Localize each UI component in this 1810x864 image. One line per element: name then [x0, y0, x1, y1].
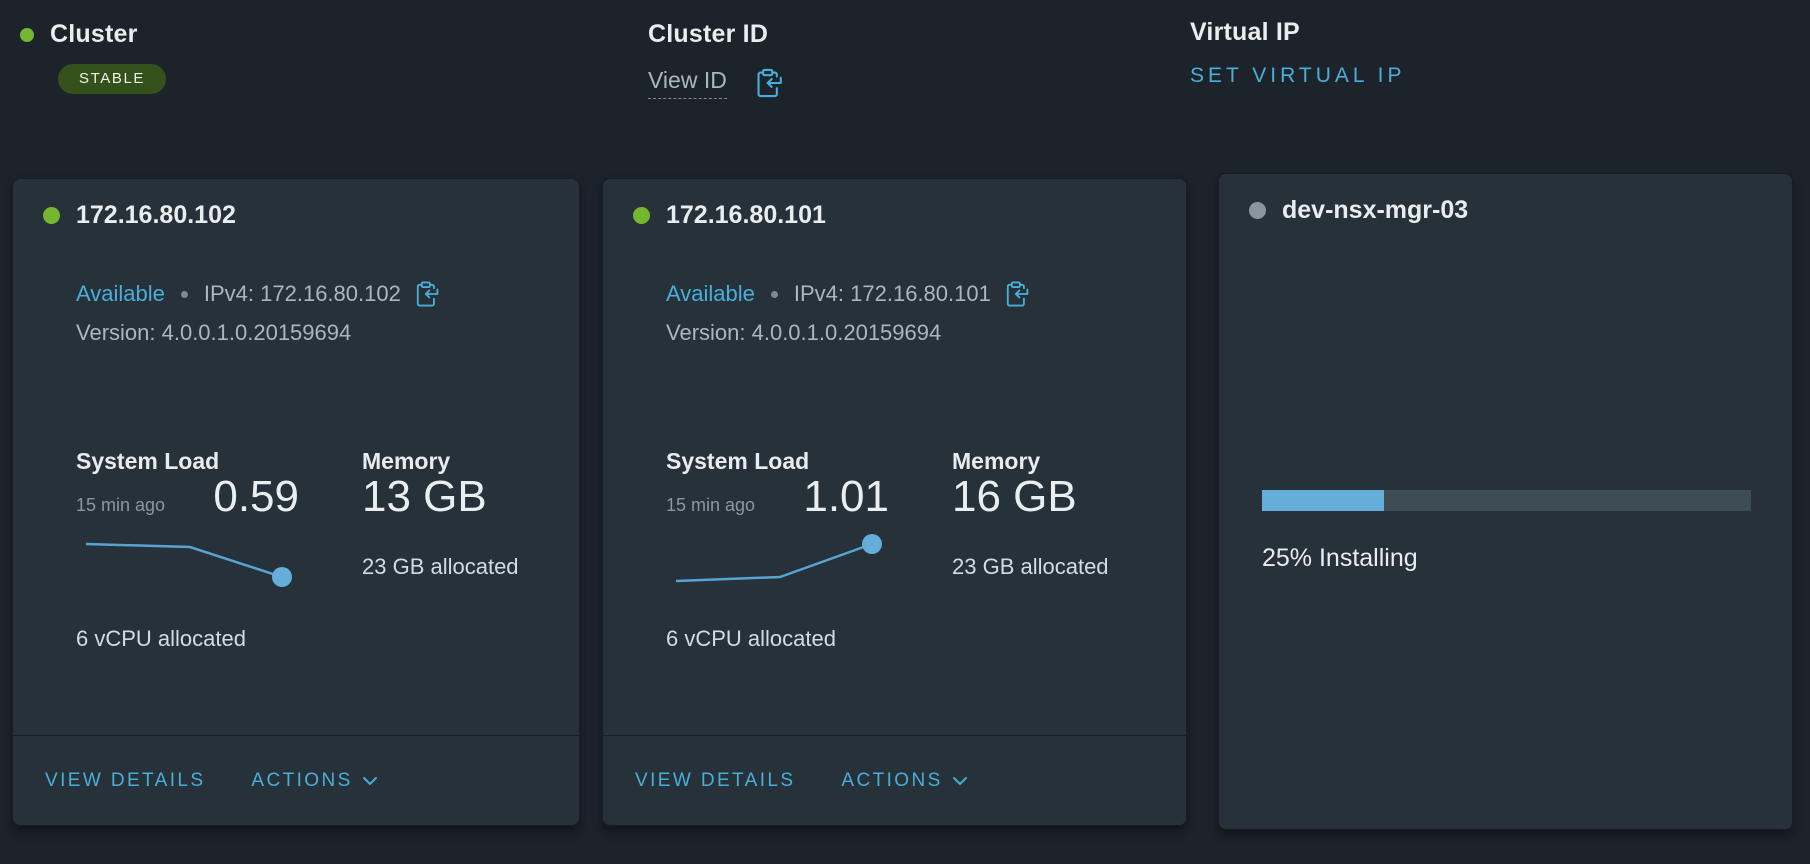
- memory-allocated: 23 GB allocated: [362, 554, 519, 580]
- system-load-sparkline: [78, 531, 298, 591]
- copy-cluster-id-icon[interactable]: [753, 66, 785, 100]
- system-load-label: System Load: [76, 448, 219, 475]
- install-progress-bar: [1262, 490, 1751, 511]
- appliance-version: Version: 4.0.0.1.0.20159694: [666, 320, 941, 346]
- view-id-link[interactable]: View ID: [648, 67, 727, 99]
- actions-dropdown-button[interactable]: ACTIONS: [251, 770, 377, 792]
- view-details-button[interactable]: VIEW DETAILS: [635, 770, 795, 792]
- status-badge: Available: [76, 281, 165, 307]
- view-details-label: VIEW DETAILS: [635, 770, 795, 792]
- memory-label: Memory: [362, 448, 450, 475]
- cluster-id-label: Cluster ID: [648, 20, 785, 49]
- appliance-title: 172.16.80.101: [666, 201, 826, 230]
- chevron-down-icon: [362, 775, 378, 787]
- cluster-status-block: Cluster STABLE: [20, 20, 166, 94]
- cluster-label: Cluster: [50, 20, 138, 49]
- system-load-value: 1.01: [723, 472, 889, 522]
- appliance-health-dot-icon: [1249, 202, 1266, 219]
- virtual-ip-block: Virtual IP SET VIRTUAL IP: [1190, 18, 1406, 88]
- system-load-label: System Load: [666, 448, 809, 475]
- status-badge: Available: [666, 281, 755, 307]
- appliance-title: 172.16.80.102: [76, 201, 236, 230]
- appliance-card-dev-nsx-mgr-03: dev-nsx-mgr-03 25% Installing: [1218, 173, 1793, 830]
- cluster-id-block: Cluster ID View ID: [648, 20, 785, 100]
- memory-value: 16 GB: [952, 472, 1077, 522]
- ipv4-address: IPv4: 172.16.80.102: [204, 281, 401, 307]
- install-progress-fill: [1262, 490, 1384, 511]
- actions-label: ACTIONS: [251, 770, 352, 792]
- system-load-sparkline: [668, 531, 888, 591]
- memory-label: Memory: [952, 448, 1040, 475]
- copy-ip-icon[interactable]: [413, 279, 441, 309]
- nsx-appliances-page: Cluster STABLE Cluster ID View ID Virtua…: [0, 0, 1810, 864]
- appliance-version: Version: 4.0.0.1.0.20159694: [76, 320, 351, 346]
- appliance-title: dev-nsx-mgr-03: [1282, 196, 1468, 225]
- view-details-label: VIEW DETAILS: [45, 770, 205, 792]
- actions-label: ACTIONS: [841, 770, 942, 792]
- chevron-down-icon: [952, 775, 968, 787]
- appliance-card-172-16-80-101: 172.16.80.101 Available IPv4: 172.16.80.…: [602, 178, 1187, 826]
- card-footer: VIEW DETAILS ACTIONS: [603, 735, 1186, 825]
- appliance-health-dot-icon: [43, 207, 60, 224]
- install-progress-label: 25% Installing: [1262, 544, 1418, 573]
- cluster-health-dot-icon: [20, 28, 34, 42]
- view-details-button[interactable]: VIEW DETAILS: [45, 770, 205, 792]
- sparkline-endpoint-dot: [272, 567, 292, 587]
- sparkline-endpoint-dot: [862, 534, 882, 554]
- separator-dot-icon: [771, 291, 778, 298]
- separator-dot-icon: [181, 291, 188, 298]
- sparkline-path: [676, 544, 872, 581]
- virtual-ip-label: Virtual IP: [1190, 18, 1406, 47]
- cpu-allocated: 6 vCPU allocated: [76, 626, 246, 652]
- appliance-health-dot-icon: [633, 207, 650, 224]
- ipv4-address: IPv4: 172.16.80.101: [794, 281, 991, 307]
- cpu-allocated: 6 vCPU allocated: [666, 626, 836, 652]
- memory-value: 13 GB: [362, 472, 487, 522]
- system-load-value: 0.59: [133, 472, 299, 522]
- card-footer: VIEW DETAILS ACTIONS: [13, 735, 579, 825]
- cluster-stability-badge: STABLE: [58, 64, 166, 94]
- appliance-card-172-16-80-102: 172.16.80.102 Available IPv4: 172.16.80.…: [12, 178, 580, 826]
- memory-allocated: 23 GB allocated: [952, 554, 1109, 580]
- actions-dropdown-button[interactable]: ACTIONS: [841, 770, 967, 792]
- sparkline-path: [86, 544, 282, 577]
- set-virtual-ip-button[interactable]: SET VIRTUAL IP: [1190, 64, 1406, 88]
- copy-ip-icon[interactable]: [1003, 279, 1031, 309]
